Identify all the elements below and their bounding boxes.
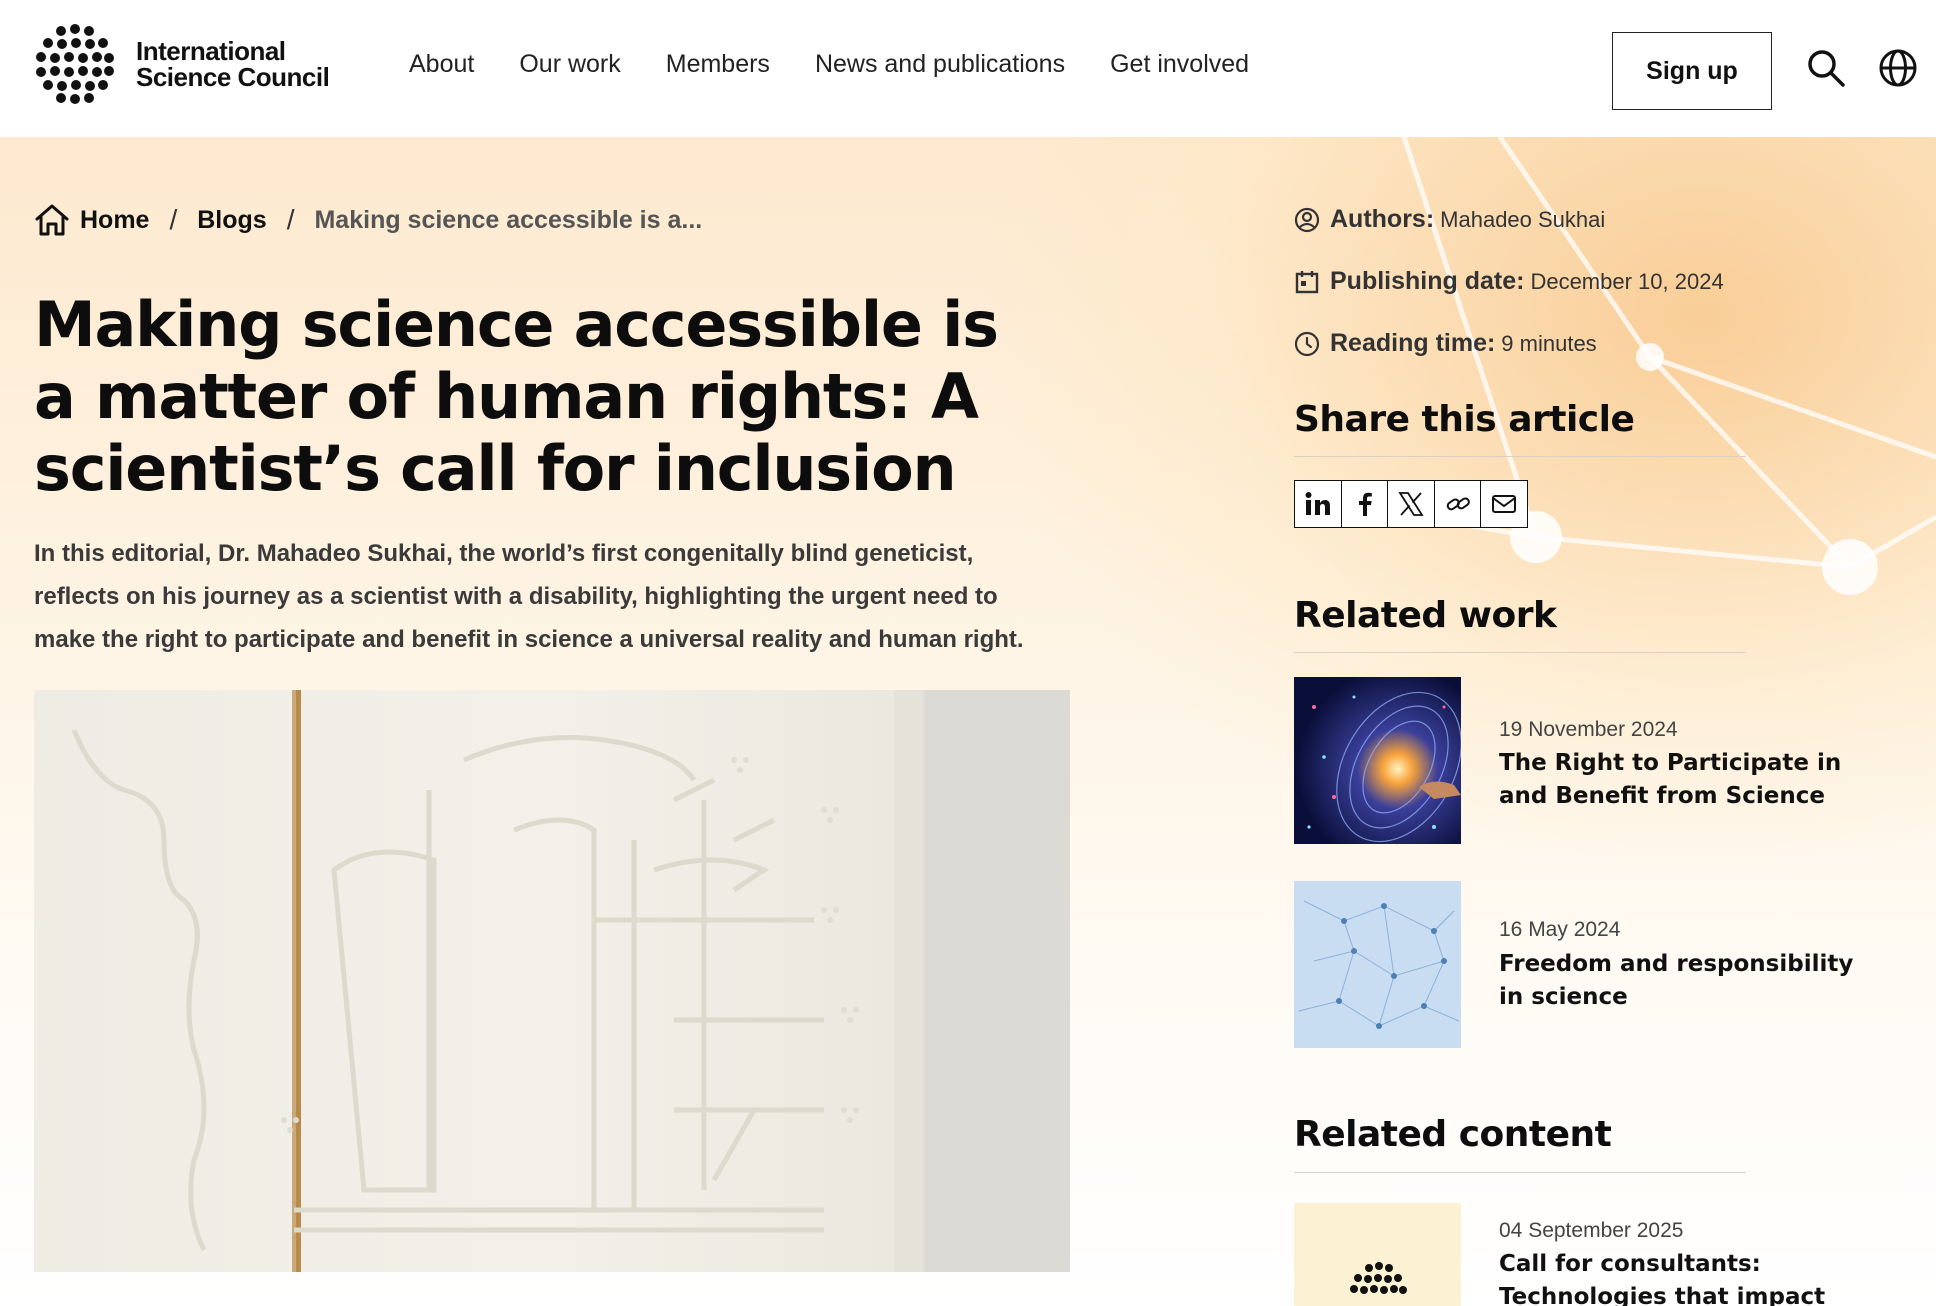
card-date: 19 November 2024: [1499, 718, 1678, 741]
related-work-card[interactable]: 19 November 2024 The Right to Participat…: [1294, 677, 1936, 845]
x-share-button[interactable]: [1387, 480, 1435, 528]
email-share-button[interactable]: [1480, 480, 1528, 528]
article-title: Making science accessible is a matter of…: [34, 288, 999, 505]
card-title[interactable]: The Right to Participate in and Benefit …: [1499, 747, 1869, 813]
related-work-heading: Related work: [1294, 595, 1557, 636]
page-content: Home / Blogs / Making science accessible…: [0, 137, 1936, 1306]
globe-icon[interactable]: [1878, 48, 1918, 88]
reading-time-value: 9 minutes: [1501, 330, 1597, 356]
related-work-divider: [1294, 652, 1746, 653]
main-nav: About Our work Members News and publicat…: [409, 50, 1294, 79]
site-header: International Science Council About Our …: [0, 0, 1936, 137]
card-title[interactable]: Call for consultants: Technologies that …: [1499, 1248, 1869, 1306]
article-hero-image: [34, 690, 1070, 1272]
publishing-date-value: December 10, 2024: [1530, 268, 1724, 294]
meta-reading-time: Reading time: 9 minutes: [1294, 329, 1597, 358]
facebook-share-button[interactable]: [1340, 480, 1389, 528]
search-icon[interactable]: [1806, 48, 1846, 88]
logo-line-2: Science Council: [136, 62, 330, 92]
meta-publishing-date: Publishing date: December 10, 2024: [1294, 267, 1724, 296]
share-buttons: [1294, 480, 1528, 528]
linkedin-icon: [1305, 492, 1330, 515]
network-thumbnail: [1294, 881, 1461, 1048]
breadcrumb-home[interactable]: Home: [80, 206, 149, 235]
user-circle-icon: [1294, 207, 1320, 232]
share-heading: Share this article: [1294, 399, 1635, 440]
article-lede: In this editorial, Dr. Mahadeo Sukhai, t…: [34, 540, 1024, 653]
copy-link-button[interactable]: [1433, 480, 1482, 528]
sign-up-button[interactable]: Sign up: [1612, 32, 1772, 110]
calendar-icon: [1295, 270, 1319, 293]
meta-authors: Authors: Mahadeo Sukhai: [1294, 205, 1605, 234]
logo-line-1: International: [136, 36, 286, 66]
galaxy-thumbnail: [1294, 677, 1461, 844]
authors-label: Authors:: [1330, 205, 1435, 233]
mail-icon: [1492, 495, 1516, 513]
nav-get-involved[interactable]: Get involved: [1110, 50, 1249, 79]
nav-members[interactable]: Members: [666, 50, 770, 79]
isc-logo-thumbnail: [1294, 1203, 1461, 1306]
x-icon: [1398, 492, 1424, 516]
card-date: 04 September 2025: [1499, 1219, 1684, 1242]
logo-text: International Science Council: [136, 36, 330, 92]
nav-about[interactable]: About: [409, 50, 474, 79]
breadcrumb-separator: /: [169, 204, 178, 235]
breadcrumb: Home / Blogs / Making science accessible…: [34, 203, 702, 237]
breadcrumb-separator: /: [286, 204, 295, 235]
publishing-date-label: Publishing date:: [1330, 267, 1525, 295]
link-icon: [1446, 497, 1470, 511]
related-work-card[interactable]: 16 May 2024 Freedom and responsibility i…: [1294, 881, 1936, 1049]
authors-value: Mahadeo Sukhai: [1440, 206, 1606, 232]
site-logo[interactable]: International Science Council: [34, 24, 330, 104]
reading-time-label: Reading time:: [1330, 329, 1496, 357]
share-divider: [1294, 456, 1746, 457]
nav-news-publications[interactable]: News and publications: [815, 50, 1065, 79]
nav-our-work[interactable]: Our work: [519, 50, 620, 79]
home-icon[interactable]: [34, 203, 70, 237]
card-title[interactable]: Freedom and responsibility in science: [1499, 948, 1869, 1014]
facebook-icon: [1358, 492, 1372, 516]
linkedin-share-button[interactable]: [1294, 480, 1342, 528]
logo-dots-icon: [34, 24, 114, 104]
breadcrumb-current: Making science accessible is a...: [314, 205, 703, 234]
breadcrumb-blogs[interactable]: Blogs: [197, 206, 266, 235]
related-content-divider: [1294, 1172, 1746, 1173]
card-date: 16 May 2024: [1499, 918, 1621, 941]
related-content-heading: Related content: [1294, 1114, 1612, 1155]
clock-icon: [1294, 331, 1320, 356]
related-content-card[interactable]: 04 September 2025 Call for consultants: …: [1294, 1203, 1936, 1306]
